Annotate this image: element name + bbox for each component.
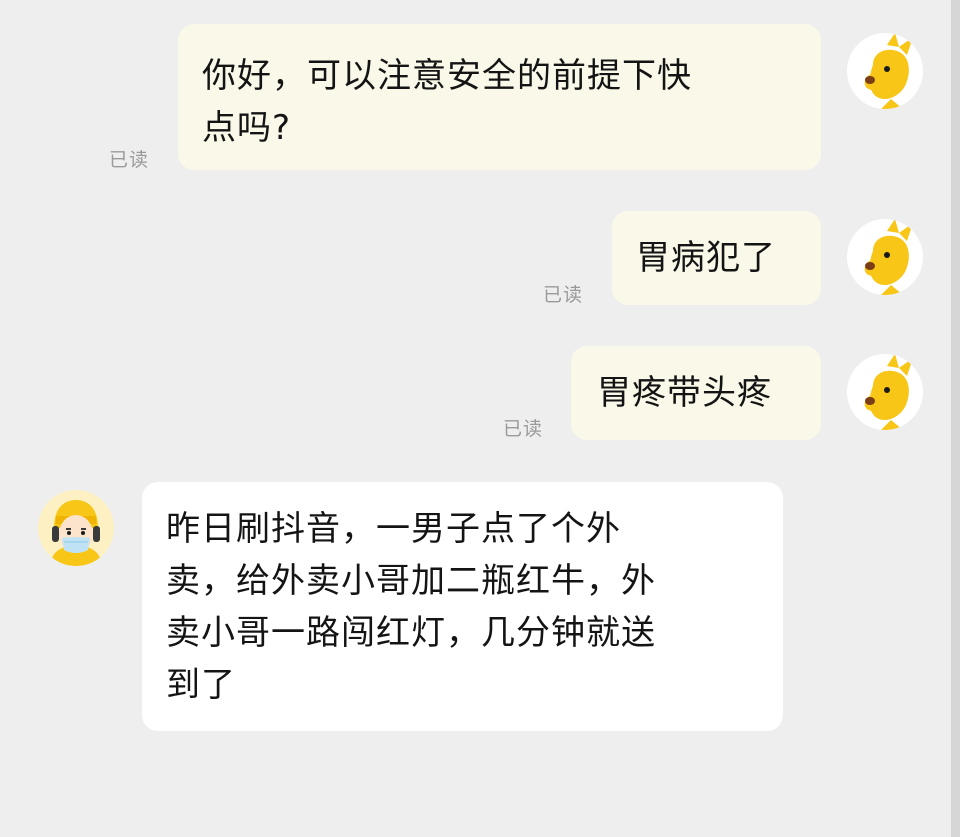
incoming-message-bubble[interactable]: 昨日刷抖音，一男子点了个外 卖，给外卖小哥加二瓶红牛，外 卖小哥一路闯红灯，几分… [142, 482, 783, 731]
scrollbar-track[interactable] [951, 0, 960, 837]
courier-icon [38, 490, 114, 566]
message-text-line: 卖，给外卖小哥加二瓶红牛，外 [166, 561, 656, 601]
read-status: 已读 [109, 149, 150, 171]
kangaroo-icon [864, 33, 913, 109]
kangaroo-icon [864, 219, 913, 295]
kangaroo-avatar[interactable] [847, 33, 923, 109]
kangaroo-avatar[interactable] [847, 219, 923, 295]
courier-avatar[interactable] [38, 490, 114, 566]
message-text-line: 胃病犯了 [636, 238, 776, 278]
outgoing-message-bubble[interactable]: 胃疼带头疼 [571, 346, 821, 440]
message-text-line: 到了 [166, 665, 236, 705]
read-status: 已读 [503, 418, 544, 440]
kangaroo-avatar[interactable] [847, 354, 923, 430]
message-text-line: 胃疼带头疼 [597, 373, 772, 413]
read-status: 已读 [543, 284, 584, 306]
kangaroo-icon [864, 354, 913, 430]
message-text-line: 昨日刷抖音，一男子点了个外 [166, 509, 621, 549]
outgoing-message-bubble[interactable]: 你好，可以注意安全的前提下快 点吗? [178, 24, 821, 170]
outgoing-message-bubble[interactable]: 胃病犯了 [612, 211, 821, 305]
message-text-line: 卖小哥一路闯红灯，几分钟就送 [166, 613, 656, 653]
message-text-line: 点吗? [202, 108, 292, 148]
message-text-line: 你好，可以注意安全的前提下快 [202, 56, 692, 96]
